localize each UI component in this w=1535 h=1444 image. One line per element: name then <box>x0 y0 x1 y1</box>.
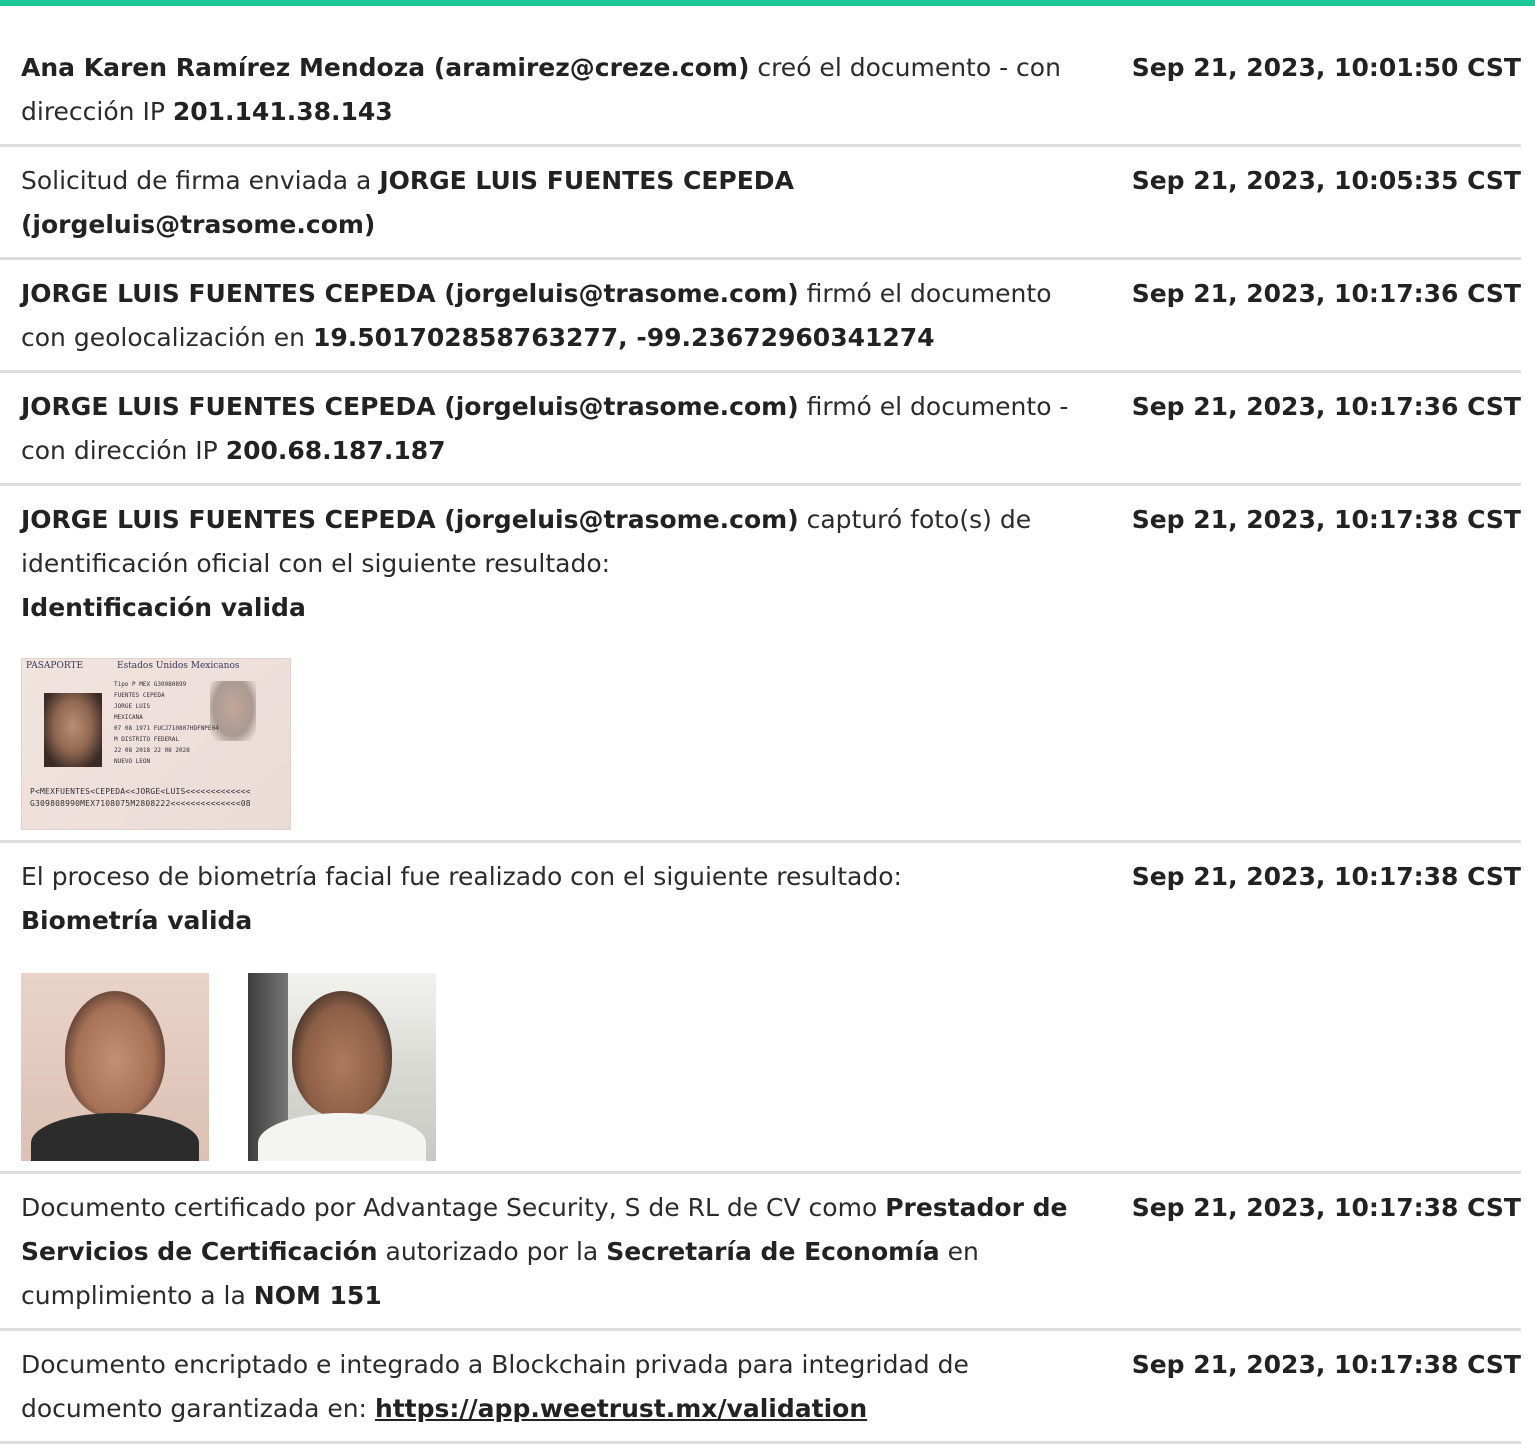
audit-entry-timestamp: Sep 21, 2023, 10:17:38 CST <box>1131 1350 1521 1379</box>
passport-field: 07 08 1971 FUCJ710807HDFNPE04 <box>114 725 219 732</box>
audit-entry: Documento certificado por Advantage Secu… <box>0 1174 1521 1331</box>
audit-entry: Solicitud de firma enviada a JORGE LUIS … <box>0 147 1521 260</box>
audit-trail-list: Ana Karen Ramírez Mendoza (aramirez@crez… <box>0 34 1521 1444</box>
audit-entry: Documento encriptado e integrado a Block… <box>0 1331 1521 1444</box>
audit-entry-description: JORGE LUIS FUENTES CEPEDA (jorgeluis@tra… <box>21 498 1071 630</box>
audit-entry: El proceso de biometría facial fue reali… <box>0 843 1521 1174</box>
validation-link[interactable]: https://app.weetrust.mx/validation <box>375 1394 867 1423</box>
highlight-text: Biometría valida <box>21 906 253 935</box>
passport-ghost-portrait <box>210 681 256 741</box>
highlight-text: NOM 151 <box>253 1281 382 1310</box>
biometric-photos <box>21 973 1521 1161</box>
audit-entry-timestamp: Sep 21, 2023, 10:17:38 CST <box>1131 1193 1521 1222</box>
audit-entry-description: Ana Karen Ramírez Mendoza (aramirez@crez… <box>21 46 1071 134</box>
highlight-text: JORGE LUIS FUENTES CEPEDA (jorgeluis@tra… <box>21 279 799 308</box>
description-text: autorizado por la <box>377 1237 607 1266</box>
passport-field: 22 08 2018 22 08 2028 <box>114 747 190 754</box>
passport-field: M DISTRITO FEDERAL <box>114 736 180 743</box>
highlight-text: Identificación valida <box>21 593 306 622</box>
passport-country: Estados Unidos Mexicanos <box>117 661 240 671</box>
audit-entry: JORGE LUIS FUENTES CEPEDA (jorgeluis@tra… <box>0 373 1521 486</box>
audit-entry-timestamp: Sep 21, 2023, 10:05:35 CST <box>1131 166 1521 195</box>
audit-entry-description: El proceso de biometría facial fue reali… <box>21 855 1071 943</box>
passport-field: NUEVO LEON <box>114 758 151 765</box>
audit-entry-description: Solicitud de firma enviada a JORGE LUIS … <box>21 159 1071 247</box>
passport-field: MEXICANA <box>114 714 143 721</box>
highlight-text: Secretaría de Economía <box>606 1237 940 1266</box>
accent-top-bar <box>0 0 1535 6</box>
audit-entry-timestamp: Sep 21, 2023, 10:17:38 CST <box>1131 862 1521 891</box>
passport-field: JORGE LUIS <box>114 703 151 710</box>
passport-portrait <box>44 693 102 767</box>
audit-entry: Ana Karen Ramírez Mendoza (aramirez@crez… <box>0 34 1521 147</box>
audit-entry: JORGE LUIS FUENTES CEPEDA (jorgeluis@tra… <box>0 486 1521 843</box>
passport-field: Tipo P MEX G30980899 <box>114 681 187 688</box>
passport-mrz-line: P<MEXFUENTES<CEPEDA<<JORGE<LUIS<<<<<<<<<… <box>30 787 251 796</box>
highlight-text: JORGE LUIS FUENTES CEPEDA (jorgeluis@tra… <box>21 505 799 534</box>
audit-entry-timestamp: Sep 21, 2023, 10:17:36 CST <box>1131 279 1521 308</box>
audit-entry-description: Documento certificado por Advantage Secu… <box>21 1186 1071 1318</box>
highlight-text: 19.501702858763277, -99.23672960341274 <box>312 323 935 352</box>
highlight-text: 200.68.187.187 <box>225 436 446 465</box>
highlight-text: JORGE LUIS FUENTES CEPEDA (jorgeluis@tra… <box>21 392 799 421</box>
audit-entry: JORGE LUIS FUENTES CEPEDA (jorgeluis@tra… <box>0 260 1521 373</box>
passport-photo[interactable]: PASAPORTE Estados Unidos Mexicanos Tipo P … <box>21 658 291 830</box>
description-text: Documento certificado por Advantage Secu… <box>21 1193 886 1222</box>
audit-entry-description: JORGE LUIS FUENTES CEPEDA (jorgeluis@tra… <box>21 272 1071 360</box>
audit-entry-timestamp: Sep 21, 2023, 10:17:36 CST <box>1131 392 1521 421</box>
passport-field: FUENTES CEPEDA <box>114 692 165 699</box>
passport-mrz-line: G309808990MEX7108075M2808222<<<<<<<<<<<<… <box>30 799 251 808</box>
description-text: El proceso de biometría facial fue reali… <box>21 862 902 891</box>
audit-entry-timestamp: Sep 21, 2023, 10:01:50 CST <box>1131 53 1521 82</box>
id-face-photo[interactable] <box>21 973 209 1161</box>
highlight-text: Ana Karen Ramírez Mendoza (aramirez@crez… <box>21 53 750 82</box>
selfie-photo[interactable] <box>248 973 436 1161</box>
description-text: Solicitud de firma enviada a <box>21 166 380 195</box>
audit-entry-description: JORGE LUIS FUENTES CEPEDA (jorgeluis@tra… <box>21 385 1071 473</box>
audit-entry-timestamp: Sep 21, 2023, 10:17:38 CST <box>1131 505 1521 534</box>
highlight-text: 201.141.38.143 <box>172 97 393 126</box>
passport-header: PASAPORTE <box>26 661 84 671</box>
audit-entry-description: Documento encriptado e integrado a Block… <box>21 1343 1071 1431</box>
